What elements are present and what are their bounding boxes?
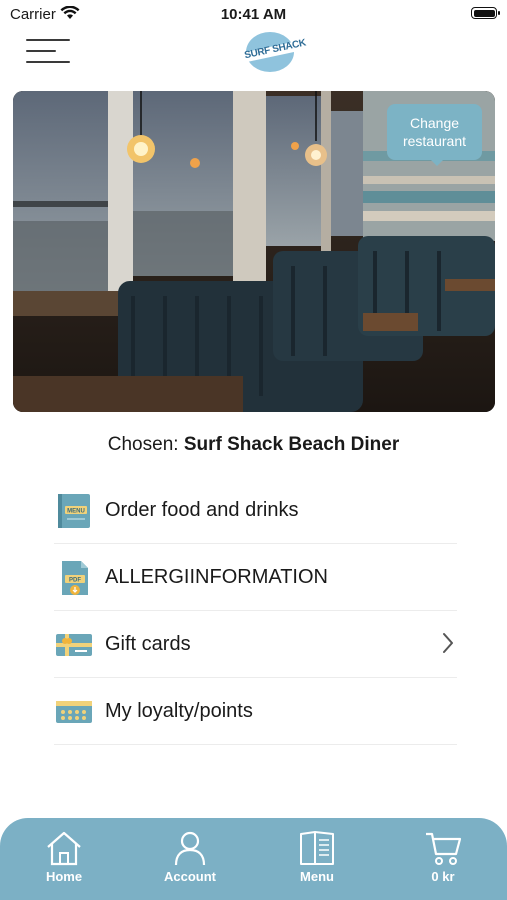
order-food-label: Order food and drinks <box>105 499 299 521</box>
pdf-download-icon: PDF <box>62 561 88 595</box>
loyalty-points-label: My loyalty/points <box>105 700 253 722</box>
account-icon <box>174 831 206 866</box>
chosen-restaurant-name: Surf Shack Beach Diner <box>183 434 400 455</box>
tab-bar: Home Account Menu 0 kr <box>0 818 507 900</box>
chosen-restaurant: Chosen: Surf Shack Beach Diner <box>0 434 507 456</box>
surf-shack-logo: SURF SHACK <box>243 30 307 74</box>
gift-card-icon <box>56 634 92 656</box>
clock: 10:41 AM <box>220 6 287 23</box>
gift-cards-label: Gift cards <box>105 633 191 655</box>
tab-account-label: Account <box>164 869 216 884</box>
tab-home[interactable]: Home <box>19 830 109 894</box>
loyalty-card-icon <box>56 701 92 723</box>
tab-menu[interactable]: Menu <box>272 830 362 894</box>
chosen-prefix: Chosen: <box>107 434 184 455</box>
allergy-info-label: ALLERGIINFORMATION <box>105 566 328 588</box>
battery-icon <box>471 7 500 19</box>
loyalty-points-item[interactable]: My loyalty/points <box>54 677 457 745</box>
chevron-right-icon <box>443 633 453 653</box>
menu-book-icon: MENU <box>58 494 90 528</box>
allergy-info-item[interactable]: PDF ALLERGIINFORMATION <box>54 543 457 611</box>
tab-menu-label: Menu <box>300 869 334 884</box>
status-bar: Carrier 10:41 AM <box>0 0 507 30</box>
change-restaurant-button[interactable]: Change restaurant <box>387 104 482 166</box>
tab-cart-label: 0 kr <box>431 869 455 884</box>
tab-account[interactable]: Account <box>145 830 235 894</box>
tab-cart[interactable]: 0 kr <box>398 830 488 894</box>
hamburger-menu-icon[interactable] <box>26 36 70 66</box>
menu-icon <box>300 831 334 865</box>
tab-home-label: Home <box>45 869 83 884</box>
gift-cards-item[interactable]: Gift cards <box>54 610 457 678</box>
cart-icon <box>426 832 462 865</box>
home-icon <box>47 831 81 866</box>
order-food-item[interactable]: MENU Order food and drinks <box>54 476 457 544</box>
svg-text:PDF: PDF <box>69 578 81 584</box>
svg-text:MENU: MENU <box>67 509 85 515</box>
